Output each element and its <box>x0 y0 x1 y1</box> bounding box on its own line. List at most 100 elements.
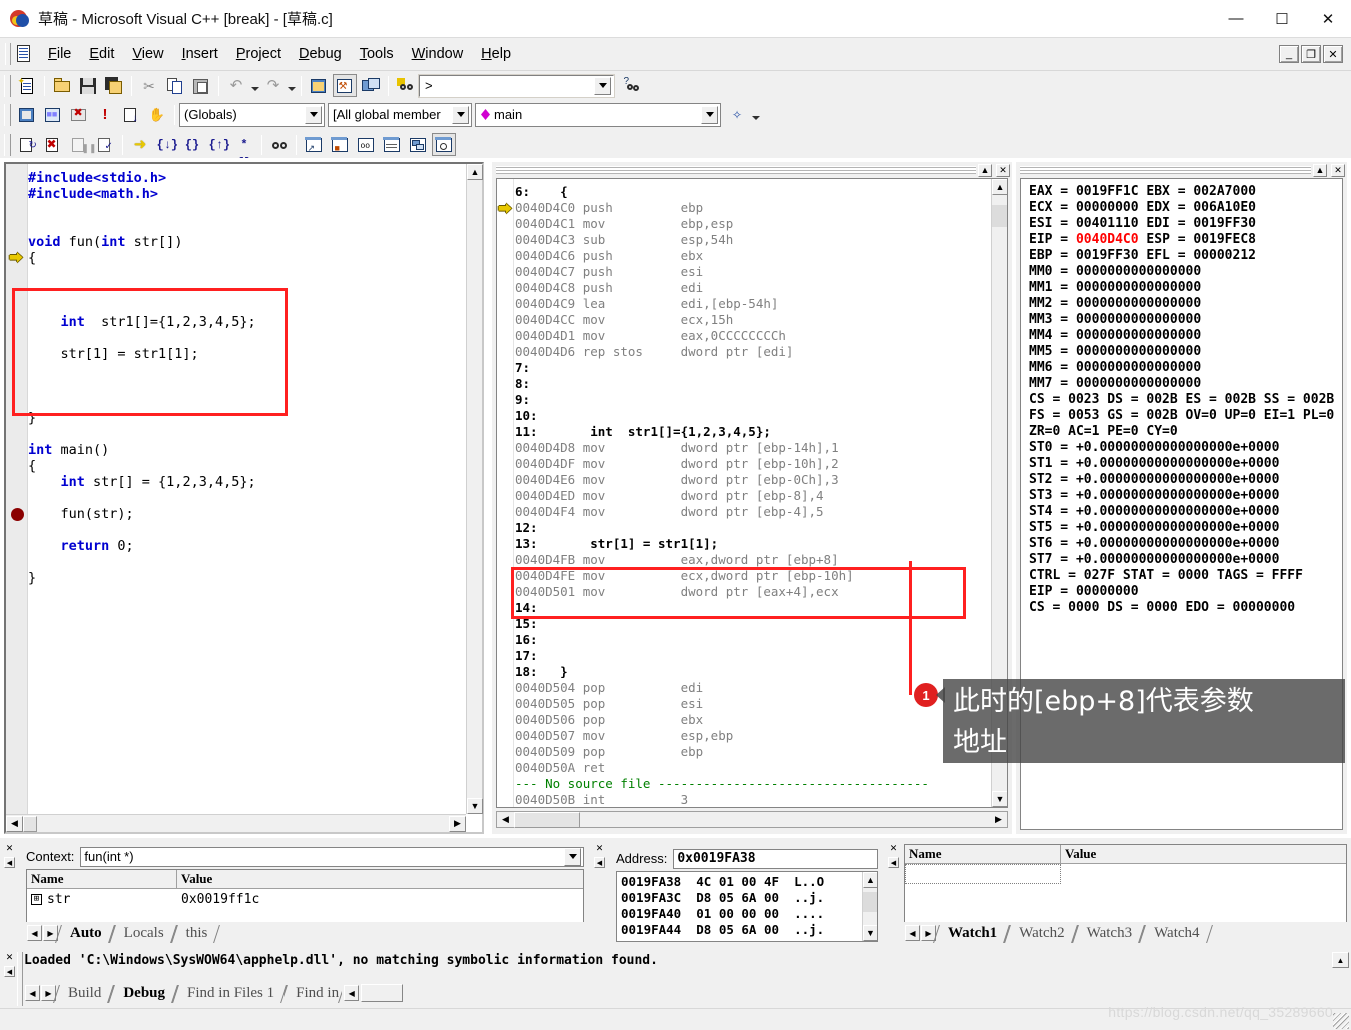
menu-view[interactable]: View <box>123 43 172 65</box>
disassembly-instruction[interactable]: 0040D4C3 sub esp,54h <box>515 232 989 248</box>
source-line[interactable] <box>28 202 466 218</box>
disassembly-instruction[interactable]: 0040D507 mov esp,ebp <box>515 728 989 744</box>
globals-combo-dropdown-icon[interactable] <box>305 105 322 124</box>
stop-build-button[interactable]: ✖ <box>67 103 91 126</box>
source-vertical-scrollbar[interactable]: ▲ ▼ <box>466 164 483 814</box>
disassembly-instruction[interactable]: 0040D50B int 3 <box>515 792 989 807</box>
memory-window-button[interactable] <box>380 133 404 156</box>
disassembly-instruction[interactable]: 0040D50A ret <box>515 760 989 776</box>
register-line[interactable]: EIP = 0040D4C0 ESP = 0019FEC8 <box>1029 232 1340 248</box>
scroll-left-icon[interactable]: ◀ <box>6 815 23 832</box>
tab-scroll-left-icon[interactable]: ◀ <box>905 925 920 941</box>
memory-scroll-thumb[interactable] <box>863 892 877 912</box>
save-button[interactable] <box>76 74 100 97</box>
menu-window[interactable]: Window <box>403 43 473 65</box>
memory-row[interactable]: 0019FA3C D8 05 6A 00 ..j. <box>621 890 824 906</box>
register-line[interactable]: EIP = 00000000 <box>1029 584 1340 600</box>
register-line[interactable]: ST3 = +0.00000000000000000e+0000 <box>1029 488 1340 504</box>
disassembly-instruction[interactable]: 0040D4F4 mov dword ptr [ebp-4],5 <box>515 504 989 520</box>
disassembly-text[interactable]: 6: {0040D4C0 push ebp 0040D4C1 mov ebp,es… <box>515 184 989 807</box>
memory-grid[interactable]: 0019FA38 4C 01 00 4F L..O 0019FA3C D8 05 … <box>616 871 878 942</box>
mdi-restore-button[interactable]: ❐ <box>1301 45 1321 63</box>
disassembly-source-line[interactable]: 10: <box>515 408 989 424</box>
source-horizontal-scrollbar[interactable]: ◀ ▶ <box>6 814 466 832</box>
disassembly-instruction[interactable]: 0040D506 pop ebx <box>515 712 989 728</box>
disassembly-source-line[interactable]: 9: <box>515 392 989 408</box>
register-line[interactable]: MM6 = 0000000000000000 <box>1029 360 1340 376</box>
disassembly-source-line[interactable]: 16: <box>515 632 989 648</box>
context-dropdown-icon[interactable] <box>564 847 581 866</box>
register-line[interactable]: MM4 = 0000000000000000 <box>1029 328 1340 344</box>
memory-row[interactable]: 0019FA40 01 00 00 00 .... <box>621 906 824 922</box>
scroll-right-icon[interactable]: ▶ <box>449 815 466 832</box>
members-combo[interactable]: [All global member <box>328 102 472 127</box>
source-line[interactable] <box>28 426 466 442</box>
insert-breakpoint-button[interactable]: ✋ <box>145 103 169 126</box>
column-value[interactable]: Value <box>1061 845 1346 863</box>
disassembly-viewport[interactable]: 6: {0040D4C0 push ebp 0040D4C1 mov ebp,es… <box>496 178 1008 808</box>
menu-project[interactable]: Project <box>227 43 290 65</box>
wizard-magic-button[interactable]: ✧ <box>725 103 749 126</box>
menu-insert[interactable]: Insert <box>173 43 227 65</box>
wizard-dropdown-icon[interactable] <box>750 103 761 126</box>
tab-watch1[interactable]: Watch1 <box>936 923 1007 943</box>
column-name[interactable]: Name <box>905 845 1061 863</box>
output-pin-icon[interactable]: ◀ <box>4 966 15 977</box>
disassembly-instruction[interactable]: 0040D4C7 push esi <box>515 264 989 280</box>
break-execution-button[interactable]: ❚❚ <box>67 133 97 156</box>
registers-close-icon[interactable]: ✕ <box>1331 163 1345 177</box>
stop-debugging-button[interactable]: ✖ <box>41 133 65 156</box>
registers-restore-icon[interactable]: ▲ <box>1313 163 1327 177</box>
scroll-down-icon[interactable]: ▼ <box>992 791 1007 807</box>
register-line[interactable]: MM5 = 0000000000000000 <box>1029 344 1340 360</box>
source-line[interactable] <box>28 266 466 282</box>
memory-pin-icon[interactable]: ◀ <box>594 857 605 868</box>
memory-row[interactable]: 0019FA38 4C 01 00 4F L..O <box>621 874 824 890</box>
source-code-text[interactable]: #include<stdio.h> #include<math.h> void f… <box>28 170 466 814</box>
disassembly-source-line[interactable]: 8: <box>515 376 989 392</box>
disassembly-source-line[interactable]: 12: <box>515 520 989 536</box>
context-combo[interactable]: fun(int *) <box>80 846 584 867</box>
run-to-cursor-button[interactable]: *{} <box>232 133 256 170</box>
disassembly-window-button[interactable] <box>432 133 456 156</box>
source-line[interactable]: { <box>28 458 466 474</box>
scroll-up-icon[interactable]: ▲ <box>863 872 877 888</box>
disassembly-source-line[interactable]: 7: <box>515 360 989 376</box>
disassembly-instruction[interactable]: 0040D4C9 lea edi,[ebp-54h] <box>515 296 989 312</box>
disassembly-gutter[interactable] <box>497 179 514 807</box>
members-combo-dropdown-icon[interactable] <box>452 105 469 124</box>
register-line[interactable]: EBP = 0019FF30 EFL = 00000212 <box>1029 248 1340 264</box>
register-line[interactable]: ST1 = +0.00000000000000000e+0000 <box>1029 456 1340 472</box>
disassembly-source-line[interactable]: 11: int str1[]={1,2,3,4,5}; <box>515 424 989 440</box>
redo-button[interactable]: ↷ <box>261 74 285 97</box>
memory-row[interactable]: 0019FA44 D8 05 6A 00 ..j. <box>621 922 824 938</box>
registers-window-button[interactable]: oo <box>354 133 378 156</box>
disassembly-instruction[interactable]: 0040D4DF mov dword ptr [ebp-10h],2 <box>515 456 989 472</box>
resize-grip-icon[interactable] <box>1333 1013 1349 1029</box>
call-stack-window-button[interactable] <box>406 133 430 156</box>
disassembly-source-line[interactable]: 17: <box>515 648 989 664</box>
disassembly-instruction[interactable]: 0040D4D1 mov eax,0CCCCCCCCh <box>515 328 989 344</box>
menu-file[interactable]: File <box>39 43 80 65</box>
tab-scroll-left-icon[interactable]: ◀ <box>27 925 42 941</box>
step-out-button[interactable]: {↑} <box>206 133 231 156</box>
disassembly-instruction[interactable]: 0040D4D6 rep stos dword ptr [edi] <box>515 344 989 360</box>
cut-button[interactable]: ✂ <box>137 74 161 97</box>
step-over-button[interactable]: {}→ <box>180 133 204 170</box>
maximize-button[interactable]: ☐ <box>1259 0 1305 38</box>
source-line[interactable]: #include<stdio.h> <box>28 170 466 186</box>
undo-dropdown-icon[interactable] <box>249 74 260 97</box>
disassembly-instruction[interactable]: 0040D4CC mov ecx,15h <box>515 312 989 328</box>
find-combo[interactable]: > <box>419 74 614 97</box>
menu-tools[interactable]: Tools <box>351 43 403 65</box>
find-input[interactable]: > <box>420 78 594 93</box>
go-continue-button[interactable]: ➜ <box>128 133 152 156</box>
menu-edit[interactable]: Edit <box>80 43 123 65</box>
save-all-button[interactable] <box>102 74 126 97</box>
source-line[interactable]: void fun(int str[]) <box>28 234 466 250</box>
window-list-button[interactable] <box>359 74 383 97</box>
disassembly-instruction[interactable]: 0040D4C0 push ebp <box>515 200 989 216</box>
disassembly-instruction[interactable]: 0040D4C1 mov ebp,esp <box>515 216 989 232</box>
help-search-button[interactable]: ? <box>620 74 644 97</box>
tab-find-in-files-2[interactable]: Find in F <box>284 983 342 1003</box>
